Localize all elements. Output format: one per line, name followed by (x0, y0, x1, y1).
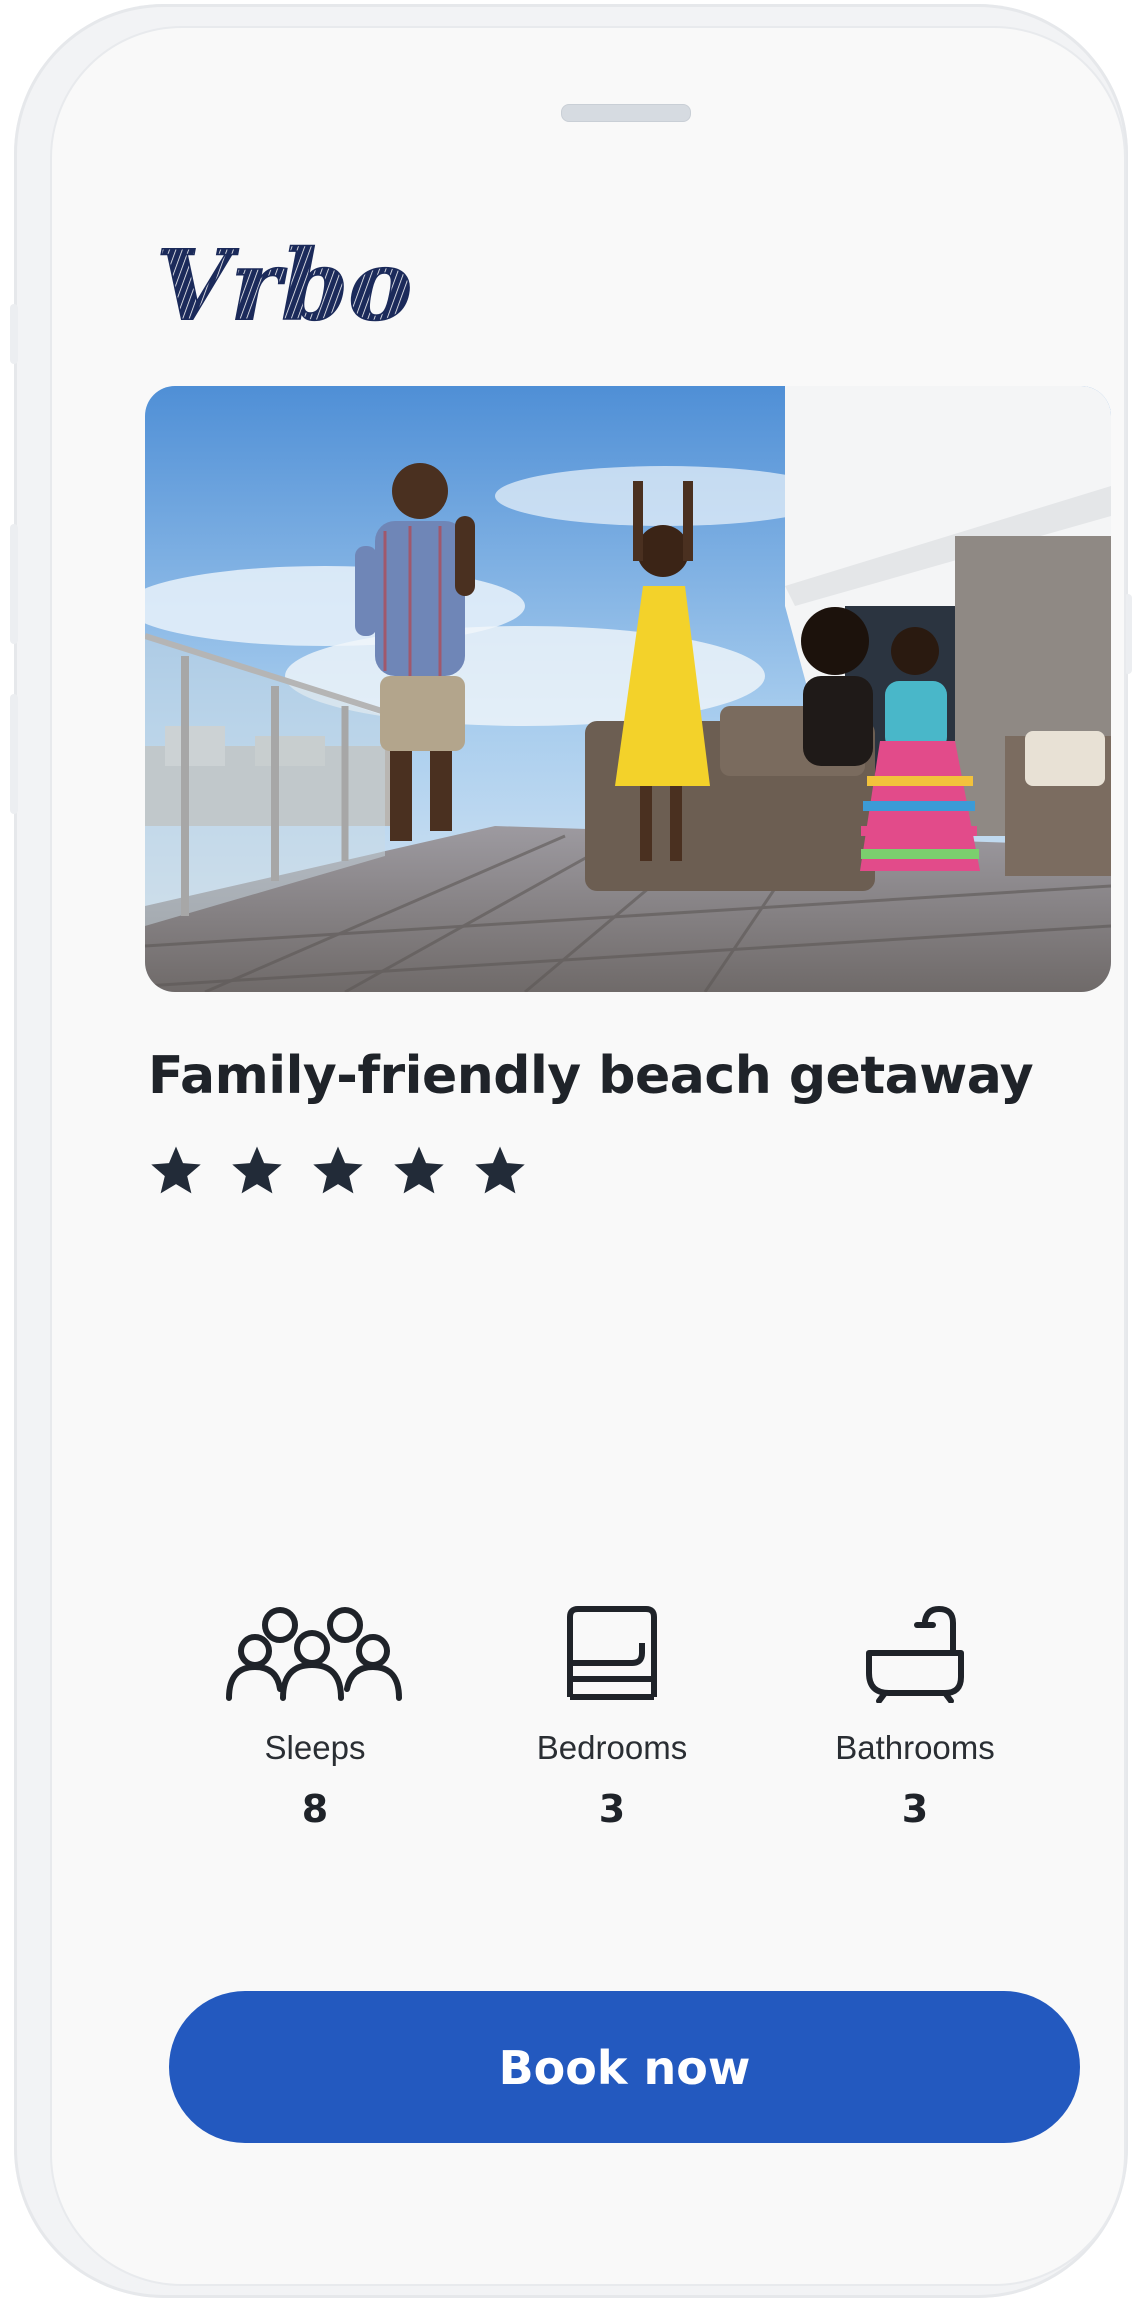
book-now-button[interactable]: Book now (169, 1991, 1080, 2143)
rating-stars (148, 1143, 528, 1199)
star-icon (151, 1146, 201, 1194)
amenity-value: 3 (901, 1787, 929, 1831)
star-icon (394, 1146, 444, 1194)
amenity-label: Bathrooms (835, 1729, 995, 1766)
volume-up-button (10, 524, 18, 644)
app-screen: Vrbo Family-friendly beach getaway Sleep… (50, 26, 1126, 2286)
listing-title: Family-friendly beach getaway (148, 1046, 1034, 1106)
mute-switch (10, 304, 18, 364)
listing-photo (145, 386, 1111, 992)
phone-frame: Vrbo Family-friendly beach getaway Sleep… (10, 4, 1132, 2298)
bathtub-icon (866, 1606, 964, 1703)
amenity-sleeps: Sleeps 8 (185, 1603, 445, 1831)
amenity-value: 3 (598, 1787, 626, 1831)
star-icon (232, 1146, 282, 1194)
svg-text:Vrbo: Vrbo (156, 233, 412, 342)
amenity-label: Bedrooms (536, 1729, 688, 1766)
speaker-grille (561, 104, 691, 122)
people-icon (226, 1607, 402, 1701)
star-icon (475, 1146, 525, 1194)
vrbo-logo: Vrbo (156, 233, 413, 343)
amenity-label: Sleeps (264, 1729, 366, 1766)
amenity-bedrooms: Bedrooms 3 (482, 1603, 742, 1831)
bed-icon (567, 1606, 657, 1700)
amenity-value: 8 (301, 1787, 329, 1831)
volume-down-button (10, 694, 18, 814)
amenity-bathrooms: Bathrooms 3 (785, 1603, 1045, 1831)
star-icon (313, 1146, 363, 1194)
